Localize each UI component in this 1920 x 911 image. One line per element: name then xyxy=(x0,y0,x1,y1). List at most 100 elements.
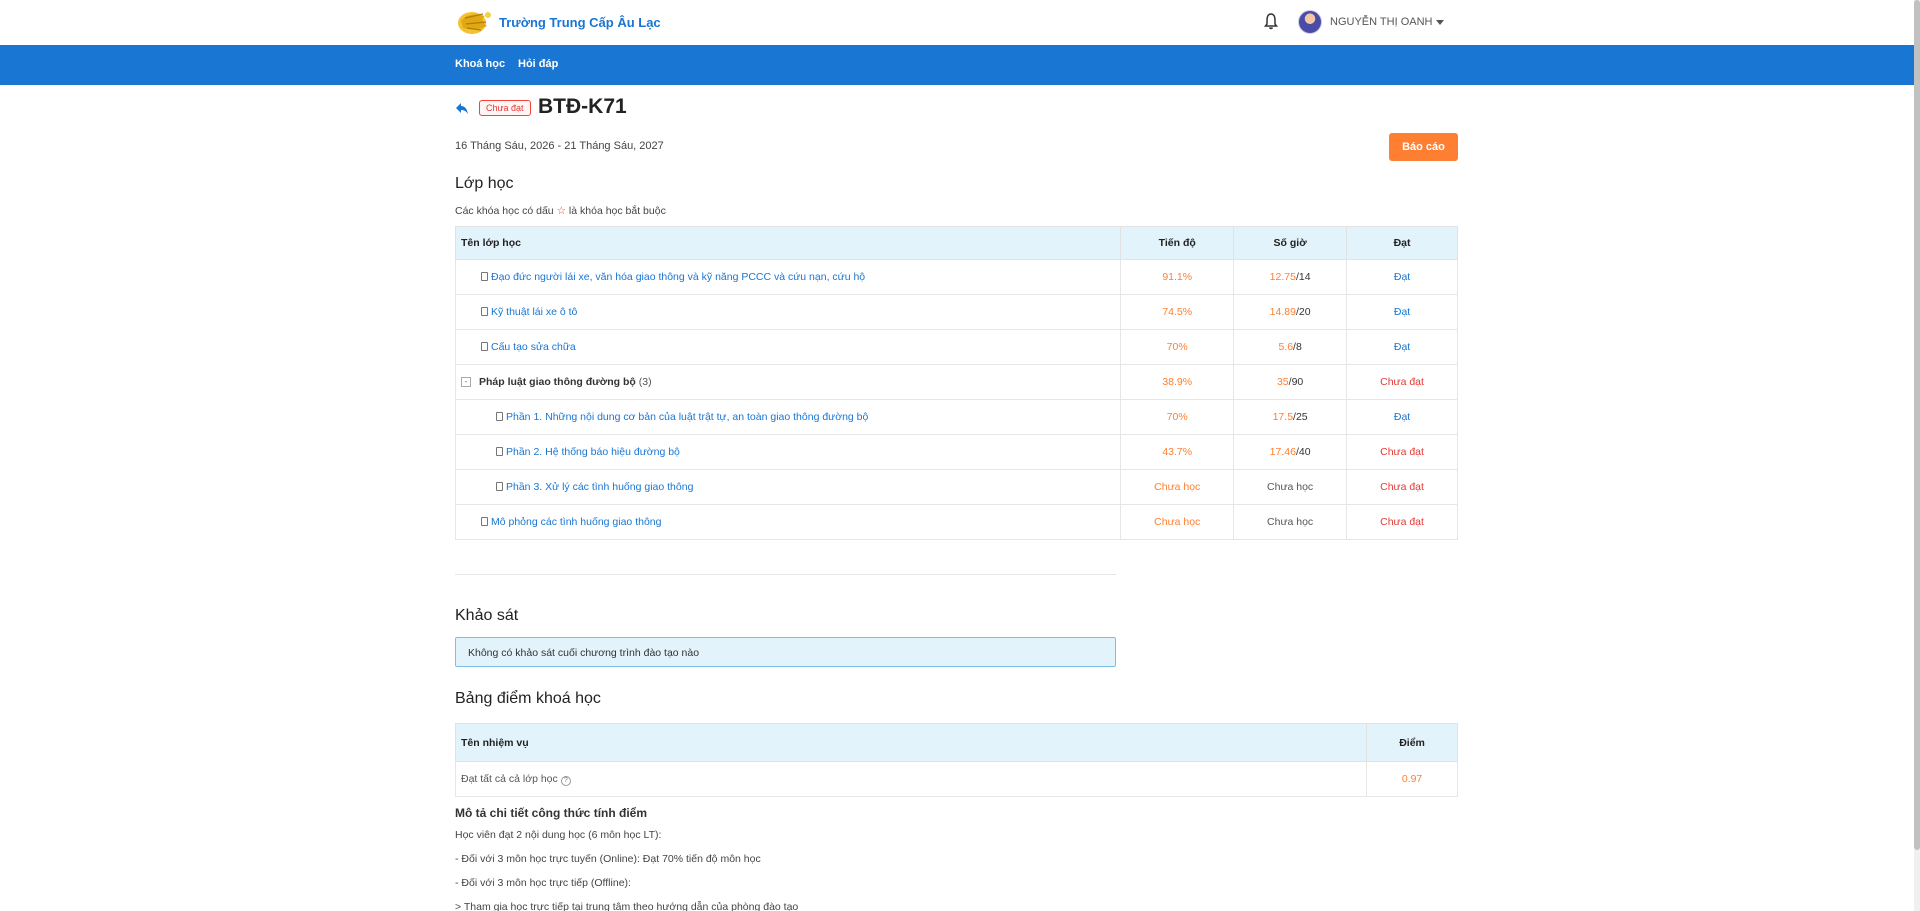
result-cell: Đạt xyxy=(1346,294,1458,330)
result-cell: Đạt xyxy=(1346,329,1458,365)
hours-done: 17.46 xyxy=(1269,446,1296,458)
chevron-down-icon xyxy=(1436,19,1445,25)
hours-total: /25 xyxy=(1293,411,1308,423)
page: Trường Trung Cấp Âu Lạc NGUYỄN THỊ OANH … xyxy=(0,0,1920,911)
result-cell: Đạt xyxy=(1346,399,1458,435)
mandatory-note: Các khóa học có dấu ☆ là khóa học bắt bu… xyxy=(455,205,666,217)
hours-total: /8 xyxy=(1293,341,1302,353)
school-logo-link[interactable]: Trường Trung Cấp Âu Lạc xyxy=(455,6,661,38)
table-row: Đạo đức người lái xe, văn hóa giao thông… xyxy=(454,259,1458,295)
nav-qa[interactable]: Hỏi đáp xyxy=(518,58,558,70)
table-header-row: Tên lớp học Tiến độ Số giờ Đạt xyxy=(454,226,1458,260)
hours-cell: 17.5/25 xyxy=(1233,399,1348,435)
help-icon[interactable]: ? xyxy=(560,775,571,786)
section-divider xyxy=(455,574,1116,575)
class-link[interactable]: Phần 3. Xử lý các tình huống giao thông xyxy=(506,481,693,493)
report-button[interactable]: Báo cáo xyxy=(1389,133,1458,161)
class-name-cell: Cấu tạo sửa chữa xyxy=(454,329,1122,365)
progress-cell: 70% xyxy=(1120,329,1235,365)
result-cell: Đạt xyxy=(1346,259,1458,295)
col-progress: Tiến độ xyxy=(1120,226,1235,260)
class-name-cell: Mô phỏng các tình huống giao thông xyxy=(454,504,1122,540)
group-count: (3) xyxy=(638,376,652,388)
progress-cell: Chưa học xyxy=(1120,469,1235,505)
user-avatar xyxy=(1298,10,1322,34)
user-name: NGUYỄN THỊ OANH xyxy=(1330,16,1433,28)
page-scrollbar[interactable] xyxy=(1914,0,1920,911)
hours-done: 5.6 xyxy=(1278,341,1294,353)
class-link[interactable]: Phần 2. Hệ thống báo hiệu đường bộ xyxy=(506,446,680,458)
table-row: Mô phỏng các tình huống giao thông Chưa … xyxy=(454,504,1458,540)
class-link[interactable]: Phần 1. Những nội dung cơ bản của luật t… xyxy=(506,411,868,423)
survey-info-box: Không có khảo sát cuối chương trình đào … xyxy=(455,637,1116,667)
hours-done: 12.75 xyxy=(1269,271,1296,283)
col-score: Điểm xyxy=(1366,723,1458,762)
classes-table: Tên lớp học Tiến độ Số giờ Đạt Đạo đức n… xyxy=(454,226,1458,540)
table-header-row: Tên nhiệm vụ Điểm xyxy=(454,723,1458,762)
progress-cell: 91.1% xyxy=(1120,259,1235,295)
hours-cell: 35/90 xyxy=(1233,364,1348,400)
col-result: Đạt xyxy=(1346,226,1458,260)
class-link[interactable]: Cấu tạo sửa chữa xyxy=(491,341,576,353)
table-row: Kỹ thuật lái xe ô tô 74.5% 14.89/20 Đạt xyxy=(454,294,1458,330)
hours-total: /14 xyxy=(1295,271,1311,283)
hours-total: /90 xyxy=(1288,376,1304,388)
hours-cell: 5.6/8 xyxy=(1233,329,1348,365)
class-link[interactable]: Mô phỏng các tình huống giao thông xyxy=(491,516,661,528)
scores-table: Tên nhiệm vụ Điểm Đạt tất cả cả lớp học?… xyxy=(454,723,1458,797)
progress-cell: 70% xyxy=(1120,399,1235,435)
hours-total: /20 xyxy=(1295,306,1311,318)
hours-cell: 12.75/14 xyxy=(1233,259,1348,295)
col-class-name: Tên lớp học xyxy=(454,226,1122,260)
result-cell: Chưa đạt xyxy=(1346,504,1458,540)
scrollbar-thumb[interactable] xyxy=(1914,0,1920,850)
note-text-after: là khóa học bắt buộc xyxy=(568,205,666,217)
progress-cell: Chưa học xyxy=(1120,504,1235,540)
formula-line: - Đối với 3 môn học trực tuyến (Online):… xyxy=(455,853,761,865)
survey-heading: Khảo sát xyxy=(455,607,519,624)
document-icon xyxy=(496,482,503,491)
document-icon xyxy=(481,342,488,351)
formula-line: - Đối với 3 môn học trực tiếp (Offline): xyxy=(455,877,631,889)
scores-heading: Bảng điểm khoá học xyxy=(455,690,601,707)
result-cell: Chưa đạt xyxy=(1346,434,1458,470)
table-row: Đạt tất cả cả lớp học? 0.97 xyxy=(454,761,1458,797)
back-arrow-icon[interactable] xyxy=(455,101,469,115)
table-group-row: - Pháp luật giao thông đường bộ (3) 38.9%… xyxy=(454,364,1458,400)
result-cell: Chưa đạt xyxy=(1346,364,1458,400)
main-navbar: Khoá học Hỏi đáp xyxy=(0,45,1914,85)
formula-heading: Mô tả chi tiết công thức tính điểm xyxy=(455,806,648,820)
group-name: Pháp luật giao thông đường bộ xyxy=(479,376,636,388)
class-group-cell: - Pháp luật giao thông đường bộ (3) xyxy=(454,364,1122,400)
table-row: Cấu tạo sửa chữa 70% 5.6/8 Đạt xyxy=(454,329,1458,365)
table-row: Phần 3. Xử lý các tình huống giao thông … xyxy=(454,469,1458,505)
progress-cell: 74.5% xyxy=(1120,294,1235,330)
table-row: Phần 1. Những nội dung cơ bản của luật t… xyxy=(454,399,1458,435)
document-icon xyxy=(481,272,488,281)
note-text-before: Các khóa học có dấu xyxy=(455,205,554,217)
col-task-name: Tên nhiệm vụ xyxy=(454,723,1368,762)
hours-done: 35 xyxy=(1276,376,1289,388)
hours-cell: 14.89/20 xyxy=(1233,294,1348,330)
col-hours: Số giờ xyxy=(1233,226,1348,260)
score-cell: 0.97 xyxy=(1366,761,1458,797)
result-cell: Chưa đạt xyxy=(1346,469,1458,505)
user-menu[interactable]: NGUYỄN THỊ OANH xyxy=(1298,10,1445,34)
collapse-toggle-icon[interactable]: - xyxy=(461,377,471,388)
class-name-cell: Kỹ thuật lái xe ô tô xyxy=(454,294,1122,330)
nav-courses[interactable]: Khoá học xyxy=(455,58,505,70)
formula-line: Học viên đạt 2 nội dung học (6 môn học L… xyxy=(455,829,662,841)
class-name-cell: Đạo đức người lái xe, văn hóa giao thông… xyxy=(454,259,1122,295)
course-status-badge: Chưa đạt xyxy=(479,100,531,116)
notification-bell-icon[interactable] xyxy=(1264,12,1278,30)
hours-cell: 17.46/40 xyxy=(1233,434,1348,470)
class-link[interactable]: Đạo đức người lái xe, văn hóa giao thông… xyxy=(491,271,865,283)
class-name-cell: Phần 1. Những nội dung cơ bản của luật t… xyxy=(454,399,1122,435)
top-header: Trường Trung Cấp Âu Lạc NGUYỄN THỊ OANH xyxy=(0,0,1920,45)
progress-cell: 38.9% xyxy=(1120,364,1235,400)
document-icon xyxy=(481,517,488,526)
class-name-cell: Phần 3. Xử lý các tình huống giao thông xyxy=(454,469,1122,505)
hours-cell: Chưa học xyxy=(1233,504,1348,540)
class-link[interactable]: Kỹ thuật lái xe ô tô xyxy=(491,306,577,318)
progress-cell: 43.7% xyxy=(1120,434,1235,470)
